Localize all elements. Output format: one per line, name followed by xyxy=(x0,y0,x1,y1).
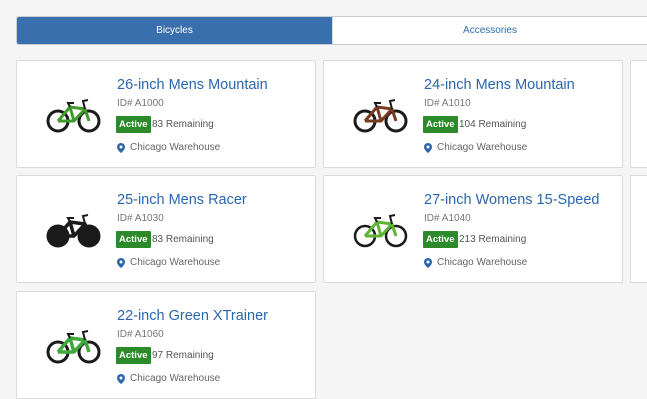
tab-accessories[interactable]: Accessories xyxy=(332,17,647,44)
location-label: Chicago Warehouse xyxy=(437,257,528,268)
product-title[interactable]: 24-inch Mens Mountain xyxy=(424,77,575,93)
bicycle-image xyxy=(46,330,101,364)
status-badge: Active xyxy=(423,116,458,133)
product-id: ID# A1000 xyxy=(117,98,164,109)
bicycle-image xyxy=(353,99,408,133)
map-pin-icon xyxy=(117,142,125,153)
status-badge: Active xyxy=(116,116,151,133)
location: Chicago Warehouse xyxy=(424,142,527,153)
product-card[interactable]: 22-inch Green XTrainer ID# A1060 Active … xyxy=(16,291,316,399)
product-title[interactable]: 27-inch Womens 15-Speed xyxy=(424,192,599,208)
product-card[interactable]: 24-inch Mens Mountain ID# A1010 Active 1… xyxy=(323,60,623,168)
remaining-count: 213 Remaining xyxy=(459,234,527,245)
location-label: Chicago Warehouse xyxy=(130,142,221,153)
map-pin-icon xyxy=(117,373,125,384)
location: Chicago Warehouse xyxy=(117,142,220,153)
status-badge: Active xyxy=(116,231,151,248)
bicycle-image xyxy=(353,214,408,248)
product-card-partial xyxy=(630,175,647,283)
product-title[interactable]: 25-inch Mens Racer xyxy=(117,192,247,208)
product-id: ID# A1030 xyxy=(117,213,164,224)
bicycle-image xyxy=(46,99,101,133)
remaining-count: 83 Remaining xyxy=(152,234,214,245)
remaining-count: 104 Remaining xyxy=(459,119,527,130)
remaining-count: 97 Remaining xyxy=(152,350,214,361)
product-card[interactable]: 25-inch Mens Racer ID# A1030 Active 83 R… xyxy=(16,175,316,283)
product-card[interactable]: 26-inch Mens Mountain ID# A1000 Active 8… xyxy=(16,60,316,168)
product-card[interactable]: 27-inch Womens 15-Speed ID# A1040 Active… xyxy=(323,175,623,283)
bicycle-image xyxy=(46,214,101,248)
product-title[interactable]: 22-inch Green XTrainer xyxy=(117,308,268,324)
product-id: ID# A1060 xyxy=(117,329,164,340)
map-pin-icon xyxy=(424,257,432,268)
tab-bicycles[interactable]: Bicycles xyxy=(17,17,332,44)
map-pin-icon xyxy=(424,142,432,153)
product-card-partial xyxy=(630,60,647,168)
location-label: Chicago Warehouse xyxy=(130,257,221,268)
status-badge: Active xyxy=(116,347,151,364)
location: Chicago Warehouse xyxy=(424,257,527,268)
product-title[interactable]: 26-inch Mens Mountain xyxy=(117,77,268,93)
location-label: Chicago Warehouse xyxy=(437,142,528,153)
map-pin-icon xyxy=(117,257,125,268)
category-tabs: Bicycles Accessories xyxy=(16,16,647,45)
product-id: ID# A1010 xyxy=(424,98,471,109)
status-badge: Active xyxy=(423,231,458,248)
remaining-count: 83 Remaining xyxy=(152,119,214,130)
location: Chicago Warehouse xyxy=(117,257,220,268)
product-id: ID# A1040 xyxy=(424,213,471,224)
